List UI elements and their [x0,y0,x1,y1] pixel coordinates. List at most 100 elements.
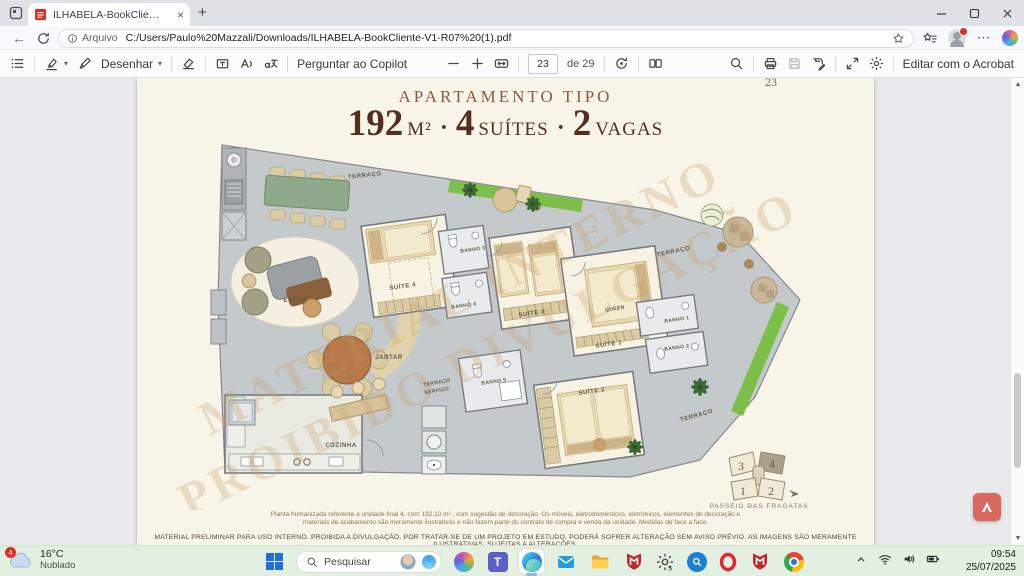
back-button[interactable]: ← [10,29,28,47]
reload-button[interactable] [34,29,52,47]
browser-tab[interactable]: ILHABELA-BookCliente-V1-R07 (1 × [28,3,190,26]
disclaimer-text: Planta humanizada referente a unidade fi… [211,511,801,527]
read-aloud-icon[interactable] [239,56,254,71]
label-living: ESTAR [284,298,307,304]
area-value: 192 [348,103,404,144]
draw-dropdown-icon[interactable]: ▾ [158,59,162,68]
taskbar-opera-icon[interactable] [718,552,738,572]
profile-avatar[interactable] [948,29,966,47]
save-icon[interactable] [787,56,802,71]
translate-icon[interactable] [263,56,278,71]
favorites-list-icon[interactable] [922,31,937,46]
disclaimer-strong: MATERIAL PRELIMINAR PARA USO INTERNO. PR… [152,534,860,545]
taskbar-mcafee2-icon[interactable] [747,549,772,574]
taskbar-search-app-icon[interactable] [684,549,709,574]
taskbar-search-icon [306,556,318,568]
ask-copilot-button[interactable]: Perguntar ao Copilot [297,57,407,71]
pen-icon[interactable] [77,56,92,71]
parking-value: 2 [573,103,592,144]
taskbar: 4 16°C Nublado Pesquisar T [0,545,1024,576]
key-plan-unit-3: 3 [738,459,744,473]
label-kitchen: COZINHA [325,443,357,449]
taskbar-mail-icon[interactable] [553,549,578,574]
highlighter-dropdown-icon[interactable]: ▾ [64,59,68,68]
toc-icon[interactable] [10,56,25,71]
highlighter-icon[interactable] [44,56,59,71]
floor-plan: MATERIAL INTERNO PROIBIDO DIVULGAÇÃO TER… [137,140,874,510]
page-count-label: de 29 [567,58,595,70]
wifi-icon[interactable] [878,552,892,566]
suite-2 [534,371,645,468]
taskbar-mcafee-icon[interactable] [621,549,646,574]
pdf-file-icon [34,8,47,21]
window-close-button[interactable] [991,0,1024,26]
new-tab-button[interactable]: + [198,4,207,21]
window-minimize-button[interactable] [925,0,958,26]
taskbar-search-box[interactable]: Pesquisar [296,551,442,573]
suites-value: 4 [456,103,475,144]
taskbar-copilot-icon[interactable] [451,549,476,574]
rotate-icon[interactable] [614,56,629,71]
search-icon[interactable] [729,56,744,71]
north-arrow-icon [789,490,799,497]
scroll-up-arrow[interactable]: ▲ [1011,81,1024,88]
zoom-in-icon[interactable] [470,56,485,71]
favorite-star-icon[interactable] [892,32,905,45]
reload-icon [36,31,51,46]
screen: ILHABELA-BookCliente-V1-R07 (1 × + ← Arq… [0,0,1024,576]
taskbar-weather-widget[interactable]: 4 16°C Nublado [8,548,75,571]
taskbar-chrome-icon[interactable] [781,549,806,574]
pdf-viewer: 23 APARTAMENTO TIPO 192 M² · 4 SUÍTES · … [0,78,1024,545]
text-box-icon[interactable] [215,56,230,71]
search-highlight-avatar [400,554,416,570]
open-in-acrobat-button[interactable] [973,493,1001,521]
url-field[interactable]: Arquivo C:/Users/Paulo%20Mazzali/Downloa… [58,29,914,48]
browser-menu-button[interactable]: ⋯ [977,30,991,46]
weather-alert-badge: 4 [5,547,16,558]
vertical-scrollbar[interactable]: ▲ ▼ [1010,78,1024,545]
pdf-toolbar: ▾ Desenhar ▾ Perguntar ao Copilot 23 de … [0,50,1024,78]
copilot-icon[interactable] [1002,30,1018,46]
save-as-icon[interactable] [811,56,826,71]
fullscreen-icon[interactable] [845,56,860,71]
parking-label: VAGAS [595,119,663,140]
eraser-icon[interactable] [181,56,196,71]
service-terrace [422,406,446,474]
scroll-down-arrow[interactable]: ▼ [1011,535,1024,542]
key-plan: 3 4 1 2 PASSEIO DAS FRAGATAS [709,452,808,510]
settings-gear-icon[interactable] [869,56,884,71]
weather-condition: Nublado [40,560,75,571]
address-bar: ← Arquivo C:/Users/Paulo%20Mazzali/Downl… [0,26,1024,50]
tray-chevron-icon[interactable] [854,552,868,566]
page-number-input[interactable]: 23 [528,54,558,74]
tab-actions-icon[interactable] [8,5,24,21]
taskbar-teams-icon[interactable]: T [485,549,510,574]
url-text[interactable]: C:/Users/Paulo%20Mazzali/Downloads/ILHAB… [126,32,892,44]
scrollbar-thumb[interactable] [1014,373,1021,468]
info-icon [67,33,78,44]
taskbar-settings-icon[interactable]: S [655,552,675,572]
start-button[interactable] [262,549,287,574]
profile-notification-dot [959,27,968,36]
clock-time: 09:54 [966,549,1016,562]
window-maximize-button[interactable] [958,0,991,26]
edit-with-acrobat-button[interactable]: Editar com o Acrobat [903,57,1014,71]
file-scheme-chip[interactable]: Arquivo [67,32,118,44]
print-icon[interactable] [763,56,778,71]
zoom-out-icon[interactable] [446,56,461,71]
taskbar-clock[interactable]: 09:54 25/07/2025 [966,549,1016,574]
taskbar-edge-icon-active[interactable] [519,549,544,574]
battery-icon[interactable] [926,552,940,566]
taskbar-explorer-icon[interactable] [587,549,612,574]
acrobat-icon [979,499,995,515]
draw-button[interactable]: Desenhar [101,57,153,71]
fit-width-icon[interactable] [494,56,509,71]
key-plan-unit-4: 4 [769,457,775,471]
windows-logo-icon [266,553,284,571]
page-view-icon[interactable] [648,56,663,71]
volume-icon[interactable] [902,552,916,566]
suites-label: SUÍTES [478,119,548,140]
search-highlight-icon [422,555,436,569]
label-dining: JANTAR [375,355,403,361]
tab-close-button[interactable]: × [177,9,184,21]
